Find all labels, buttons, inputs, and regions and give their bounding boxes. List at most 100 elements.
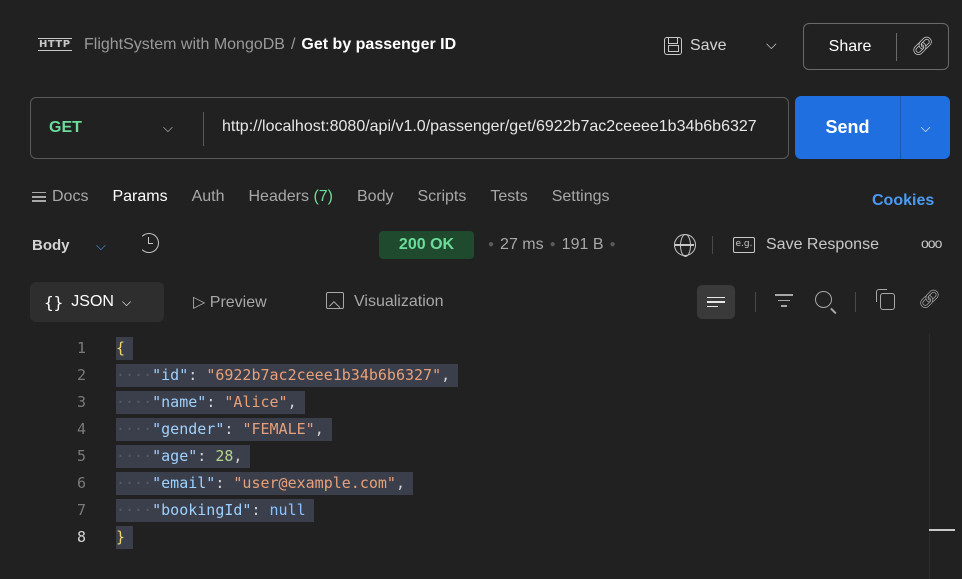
code-line: 1 { [0, 336, 930, 361]
headers-count-badge: (7) [313, 188, 333, 205]
toolbar-divider [855, 292, 856, 312]
save-icon [664, 37, 682, 55]
image-icon [326, 292, 344, 309]
meta-dot: ● [609, 239, 616, 251]
json-value: null [269, 501, 306, 519]
response-code-editor[interactable]: 1 { 2 ····"id": "6922b7ac2ceee1b34b6b632… [0, 334, 962, 579]
json-value: 28 [215, 447, 234, 465]
tab-headers-label: Headers [248, 188, 309, 205]
request-name[interactable]: Get by passenger ID [301, 36, 456, 53]
response-body-select[interactable]: Body [32, 237, 70, 254]
code-content: ····"id": "6922b7ac2ceee1b34b6b6327", [116, 364, 459, 387]
json-key: "bookingId" [152, 501, 252, 519]
http-icon: HTTP [38, 38, 72, 51]
code-content: ····"name": "Alice", [116, 391, 305, 414]
share-button-group: Share 🔗︎ [803, 23, 949, 70]
more-options-icon[interactable]: ooo [921, 235, 942, 251]
line-number: 1 [76, 339, 86, 357]
line-number: 4 [76, 420, 86, 438]
tab-auth[interactable]: Auth [192, 188, 225, 206]
json-value: "user@example.com" [233, 474, 396, 492]
link-icon[interactable]: 🔗︎ [918, 289, 941, 310]
json-value: "FEMALE" [242, 420, 315, 438]
save-button[interactable]: Save [664, 32, 726, 60]
save-chevron-down-icon[interactable]: ⌵ [766, 36, 777, 53]
method-chevron-down-icon[interactable]: ⌵ [163, 120, 173, 136]
tab-tests[interactable]: Tests [490, 188, 527, 206]
example-icon[interactable]: e.g. [733, 237, 755, 253]
json-comma: , [287, 393, 297, 411]
status-badge[interactable]: 200 OK [379, 231, 474, 259]
json-comma: , [233, 447, 243, 465]
braces-icon: {} [44, 292, 64, 312]
tab-body[interactable]: Body [357, 188, 393, 206]
preview-tab[interactable]: ▷ Preview [193, 292, 267, 312]
tab-settings[interactable]: Settings [552, 188, 610, 206]
history-icon[interactable] [139, 233, 159, 253]
body-chevron-down-icon[interactable]: ⌵ [96, 238, 106, 254]
link-icon[interactable]: 🔗︎ [897, 36, 948, 57]
copy-icon[interactable] [876, 289, 895, 310]
code-line: 8 } [0, 525, 930, 550]
url-divider [203, 112, 204, 146]
code-content: { [116, 337, 134, 360]
editor-scrollbar[interactable] [929, 334, 962, 579]
format-select[interactable]: {} JSON ⌵ [30, 282, 164, 322]
preview-label: Preview [209, 294, 267, 311]
response-time[interactable]: 27 ms [500, 236, 544, 253]
tab-headers[interactable]: Headers (7) [249, 188, 334, 206]
code-line: 4 ····"gender": "FEMALE", [0, 417, 930, 442]
open-brace: { [116, 339, 126, 357]
format-label: JSON [71, 293, 114, 310]
json-key: "gender" [152, 420, 225, 438]
response-bar: Body ⌵ 200 OK ● 27 ms ● 191 B ● e.g. Save Re… [0, 226, 962, 266]
url-bar: GET ⌵ http://localhost:8080/api/v1.0/pas… [30, 97, 789, 159]
json-key: "name" [152, 393, 207, 411]
json-comma: , [441, 366, 451, 384]
format-chevron-down-icon: ⌵ [121, 294, 132, 309]
response-size[interactable]: 191 B [562, 236, 604, 253]
code-content: ····"gender": "FEMALE", [116, 418, 332, 441]
url-input[interactable]: http://localhost:8080/api/v1.0/passenger… [222, 118, 782, 136]
json-key: "id" [152, 366, 189, 384]
line-number: 2 [76, 366, 86, 384]
cookies-link[interactable]: Cookies [872, 192, 934, 210]
method-select[interactable]: GET [49, 119, 82, 137]
close-brace: } [116, 528, 126, 546]
filter-icon[interactable] [775, 294, 793, 311]
visualization-tab[interactable]: Visualization [326, 292, 444, 311]
tab-docs[interactable]: Docs [32, 188, 88, 206]
json-comma: , [314, 420, 324, 438]
send-button[interactable]: Send [795, 117, 900, 138]
json-value: "6922b7ac2ceee1b34b6b6327" [206, 366, 442, 384]
tab-params[interactable]: Params [112, 188, 167, 206]
meta-dot: ● [488, 239, 495, 251]
json-comma: , [395, 474, 405, 492]
meta-dot: ● [549, 239, 556, 251]
code-line: 3 ····"name": "Alice", [0, 390, 930, 415]
code-line: 7 ····"bookingId": null [0, 498, 930, 523]
code-content: } [116, 526, 134, 549]
breadcrumb-collection[interactable]: FlightSystem with MongoDB [84, 36, 285, 53]
scrollbar-thumb[interactable] [929, 529, 955, 531]
globe-icon[interactable] [674, 234, 696, 257]
meta-divider [712, 236, 713, 254]
request-header: HTTP FlightSystem with MongoDB / Get by pa… [0, 0, 962, 88]
share-button[interactable]: Share [804, 38, 896, 56]
response-meta: ● 27 ms ● 191 B ● [482, 236, 622, 254]
code-content: ····"email": "user@example.com", [116, 472, 413, 495]
line-number: 8 [76, 528, 86, 546]
play-icon: ▷ [193, 294, 206, 311]
search-icon[interactable] [815, 291, 832, 308]
json-value: "Alice" [224, 393, 288, 411]
save-label: Save [690, 37, 727, 54]
send-chevron-down-icon[interactable]: ⌵ [901, 120, 950, 136]
line-number: 3 [76, 393, 86, 411]
code-line: 6 ····"email": "user@example.com", [0, 471, 930, 496]
save-response-button[interactable]: Save Response [766, 236, 879, 254]
tab-docs-label: Docs [52, 188, 89, 205]
breadcrumb: FlightSystem with MongoDB / Get by passeng… [84, 36, 456, 54]
wrap-lines-button[interactable] [697, 285, 735, 319]
code-content: ····"age": 28, [116, 445, 251, 468]
tab-scripts[interactable]: Scripts [417, 188, 466, 206]
